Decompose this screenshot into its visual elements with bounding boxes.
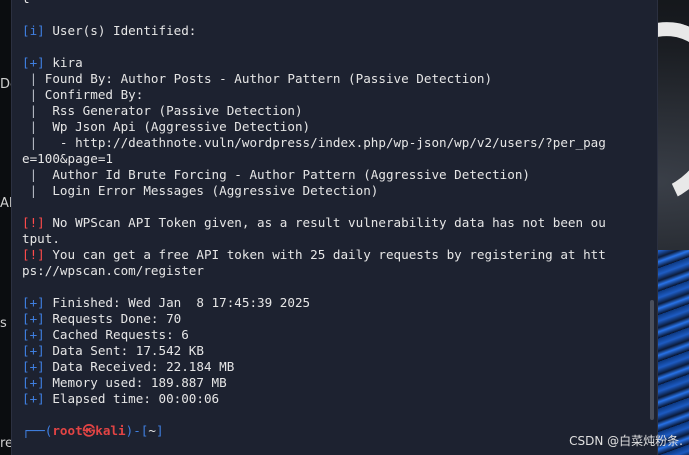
terminal-text: ] [155, 423, 164, 438]
terminal-text: Login Error Messages (Aggressive Detecti… [37, 183, 379, 198]
terminal-text: [+] [22, 343, 45, 358]
terminal-text: | [22, 87, 38, 102]
terminal-text: Memory used: 189.887 MB [44, 375, 227, 390]
terminal-text: | [22, 167, 38, 182]
terminal-line: e=100&page=1 [22, 151, 645, 167]
terminal-text: No WPScan API Token given, as a result v… [44, 215, 606, 230]
terminal-text: [+] [22, 391, 45, 406]
terminal-line: | Found By: Author Posts - Author Patter… [22, 71, 645, 87]
terminal-line: [+] Data Sent: 17.542 KB [22, 343, 645, 359]
terminal-text: | [22, 119, 38, 134]
terminal-text: | [22, 183, 38, 198]
terminal-line: | Confirmed By: [22, 87, 645, 103]
terminal-line: l [22, 0, 645, 7]
terminal-line: ┌──(root㉿kali)-[~] [22, 423, 645, 439]
terminal-line: tput. [22, 231, 645, 247]
terminal-text: ps://wpscan.com/register [22, 263, 204, 278]
terminal-text: | [22, 103, 38, 118]
terminal-text: tput. [22, 231, 60, 246]
terminal-text: Found By: Author Posts - Author Pattern … [37, 71, 493, 86]
terminal-line: | Login Error Messages (Aggressive Detec… [22, 183, 645, 199]
terminal-text: [+] [22, 295, 45, 310]
terminal-text: [+] [22, 327, 45, 342]
terminal-line: [+] Elapsed time: 00:00:06 [22, 391, 645, 407]
terminal-text: ~ [148, 423, 156, 438]
terminal-text: [!] [22, 247, 45, 262]
terminal-line: [+] Requests Done: 70 [22, 311, 645, 327]
terminal-text: User(s) Identified: [44, 23, 197, 38]
terminal-text: | [22, 71, 38, 86]
terminal-text: Data Sent: 17.542 KB [44, 343, 204, 358]
terminal-text: You can get a free API token with 25 dai… [44, 247, 606, 262]
terminal-text: Cached Requests: 6 [44, 327, 189, 342]
terminal-text: Rss Generator (Passive Detection) [37, 103, 303, 118]
terminal-text: [+] [22, 359, 45, 374]
terminal-text: l [22, 0, 30, 6]
terminal-text: [+] [22, 55, 45, 70]
terminal-text: Elapsed time: 00:00:06 [44, 391, 220, 406]
terminal-line: | - http://deathnote.vuln/wordpress/inde… [22, 135, 645, 151]
terminal-text: kira [44, 55, 83, 70]
terminal-window[interactable]: l [i] User(s) Identified: [+] kira | Found… [11, 0, 658, 455]
terminal-text: Finished: Wed Jan 8 17:45:39 2025 [44, 295, 311, 310]
terminal-text: root㉿kali [52, 423, 126, 438]
terminal-line: [+] Cached Requests: 6 [22, 327, 645, 343]
terminal-output: l [i] User(s) Identified: [+] kira | Found… [22, 0, 645, 439]
terminal-line: | Author Id Brute Forcing - Author Patte… [22, 167, 645, 183]
terminal-text: | [22, 135, 38, 150]
terminal-text: Confirmed By: [37, 87, 144, 102]
terminal-text: Author Id Brute Forcing - Author Pattern… [37, 167, 531, 182]
terminal-text: [+] [22, 375, 45, 390]
terminal-line: [+] kira [22, 55, 645, 71]
terminal-text: Data Received: 22.184 MB [44, 359, 235, 374]
terminal-text: [+] [22, 311, 45, 326]
terminal-line: ps://wpscan.com/register [22, 263, 645, 279]
terminal-line: [+] Memory used: 189.887 MB [22, 375, 645, 391]
terminal-line: | Rss Generator (Passive Detection) [22, 103, 645, 119]
terminal-text: )-[ [125, 423, 149, 438]
terminal-line: [!] You can get a free API token with 25… [22, 247, 645, 263]
terminal-text: - http://deathnote.vuln/wordpress/index.… [37, 135, 606, 150]
terminal-text: e=100&page=1 [22, 151, 113, 166]
watermark: CSDN @白菜炖粉条. [569, 434, 683, 448]
terminal-text: ┌──( [22, 423, 53, 438]
terminal-line: | Wp Json Api (Aggressive Detection) [22, 119, 645, 135]
terminal-text: Wp Json Api (Aggressive Detection) [37, 119, 311, 134]
terminal-line: [!] No WPScan API Token given, as a resu… [22, 215, 645, 231]
terminal-line: [+] Data Received: 22.184 MB [22, 359, 645, 375]
terminal-line: [i] User(s) Identified: [22, 23, 645, 39]
terminal-text: [!] [22, 215, 45, 230]
terminal-text: [i] [22, 23, 45, 38]
terminal-line: [+] Finished: Wed Jan 8 17:45:39 2025 [22, 295, 645, 311]
desktop-icon-label[interactable]: s [0, 316, 7, 331]
terminal-text: Requests Done: 70 [44, 311, 182, 326]
terminal-scrollbar[interactable] [650, 300, 654, 420]
